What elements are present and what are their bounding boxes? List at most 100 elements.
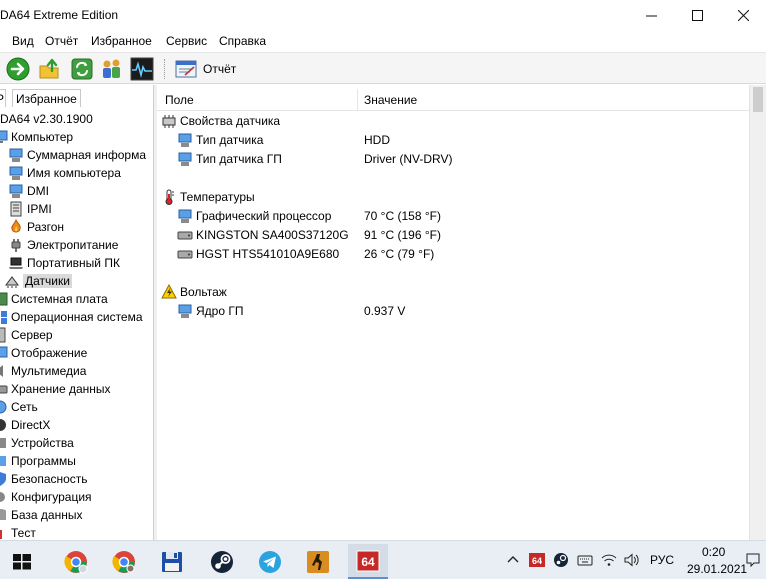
tree-item-overclock[interactable]: Разгон [8,218,64,236]
tree-item-config[interactable]: Конфигурация [0,488,92,506]
menu-service[interactable]: Сервис [166,34,207,48]
steam-icon [211,550,233,573]
tree-item-motherboard[interactable]: Системная плата [0,290,108,308]
computer-icon [0,130,8,143]
start-button[interactable] [2,544,42,579]
users-button[interactable] [100,57,124,81]
tray-steam[interactable] [552,551,570,569]
shield-icon [0,472,6,486]
tree-item-database[interactable]: База данных [0,506,82,524]
tree-item-dmi[interactable]: DMI [8,182,49,200]
tree-item-root[interactable]: DA64 v2.30.1900 [0,110,93,128]
tree-item-laptop[interactable]: Портативный ПК [8,254,120,272]
group-voltage[interactable]: Вольтаж [161,282,227,301]
toolbar: Отчёт [0,52,766,84]
tree-item-sensors[interactable]: Датчики [4,272,72,290]
computer-icon [9,166,23,180]
tree-item-benchmark[interactable]: Тест [0,524,36,540]
tree-item-summary[interactable]: Суммарная информа [8,146,146,164]
list-item[interactable]: KINGSTON SA400S37120G [177,225,349,244]
database-icon [0,509,6,520]
column-field-header[interactable]: Поле [165,93,194,107]
svg-text:64: 64 [532,556,542,566]
floppy-disk-icon [162,551,182,572]
menu-help[interactable]: Справка [219,34,266,48]
tray-notifications[interactable] [744,551,762,569]
sensor-chip-icon [5,276,19,288]
minimize-button[interactable] [628,0,674,31]
value-cell: HDD [364,133,390,147]
tab-favorites[interactable]: Избранное [12,89,81,107]
svg-text:64: 64 [361,555,375,569]
tree-item-server[interactable]: Сервер [0,326,53,344]
tray-network[interactable] [600,551,618,569]
tree-item-os[interactable]: Операционная система [0,308,143,326]
list-item[interactable]: HGST HTS541010A9E680 [177,244,339,263]
vertical-scrollbar[interactable] [749,85,766,540]
taskbar-steam[interactable] [202,544,242,579]
taskbar-chrome[interactable] [104,544,144,579]
gear-icon [0,492,5,502]
laptop-icon [9,257,23,269]
panel-tabs: Р Избранное [0,87,153,107]
tree-item-programs[interactable]: Программы [0,452,76,470]
tree-item-directx[interactable]: DirectX [0,416,50,434]
tray-clock-date[interactable]: 29.01.2021 [687,562,747,576]
folder-up-icon [39,58,59,79]
taskbar-counter-strike[interactable] [298,544,338,579]
programs-icon [0,456,6,466]
list-header: Поле Значение [157,87,749,111]
menu-favorites[interactable]: Избранное [91,34,152,48]
tray-language[interactable]: РУС [650,553,674,567]
monitor-button[interactable] [130,57,154,81]
toolbar-separator [164,59,165,79]
tree-item-security[interactable]: Безопасность [0,470,88,488]
windows-icon [13,553,31,569]
list-item[interactable]: Тип датчика [177,130,263,149]
tree-item-computer-name[interactable]: Имя компьютера [8,164,121,182]
menu-view[interactable]: Вид [12,34,34,48]
close-button[interactable] [720,0,766,31]
forward-button[interactable] [6,57,30,81]
tree-item-storage[interactable]: Хранение данных [0,380,111,398]
taskbar-save-app[interactable] [152,544,192,579]
tree-item-computer[interactable]: Компьютер [0,128,73,146]
server-icon [10,201,22,217]
computer-icon [178,133,192,147]
tray-clock-time[interactable]: 0:20 [702,545,725,559]
list-item[interactable]: Тип датчика ГП [177,149,282,168]
tree-item-ipmi[interactable]: IPMI [8,200,52,218]
tree-item-multimedia[interactable]: Мультимедиа [0,362,86,380]
aida64-icon: 64 [356,550,380,571]
maximize-button[interactable] [674,0,720,31]
group-sensor-properties[interactable]: Свойства датчика [161,111,280,130]
computer-icon [9,184,23,198]
column-divider[interactable] [357,89,358,111]
thermometer-icon [165,189,174,205]
tray-aida64[interactable]: 64 [528,551,546,569]
refresh-button[interactable] [70,57,94,81]
tree-item-network[interactable]: Сеть [0,398,38,416]
tray-volume[interactable] [623,551,641,569]
value-cell: 0.937 V [364,304,406,318]
report-icon [175,60,197,78]
column-value-header[interactable]: Значение [364,93,417,107]
menu-report[interactable]: Отчёт [45,34,78,48]
group-temperatures[interactable]: Температуры [161,187,255,206]
taskbar-telegram[interactable] [250,544,290,579]
report-button[interactable]: Отчёт [175,58,236,80]
tray-keyboard[interactable] [576,551,594,569]
tree-item-power[interactable]: Электропитание [8,236,118,254]
list-item[interactable]: Графический процессор [177,206,331,225]
tree-item-display[interactable]: Отображение [0,344,87,362]
scrollbar-thumb[interactable] [753,87,763,112]
computer-icon [178,152,192,166]
up-button[interactable] [38,57,62,81]
speaker-icon [624,553,639,567]
list-item[interactable]: Ядро ГП [177,301,243,320]
tab-menu[interactable]: Р [0,89,6,107]
taskbar-chrome-profile[interactable] [56,544,96,579]
taskbar-aida64[interactable]: 64 [348,544,388,579]
tray-expand-chevron[interactable] [504,551,522,569]
tree-item-devices[interactable]: Устройства [0,434,74,452]
